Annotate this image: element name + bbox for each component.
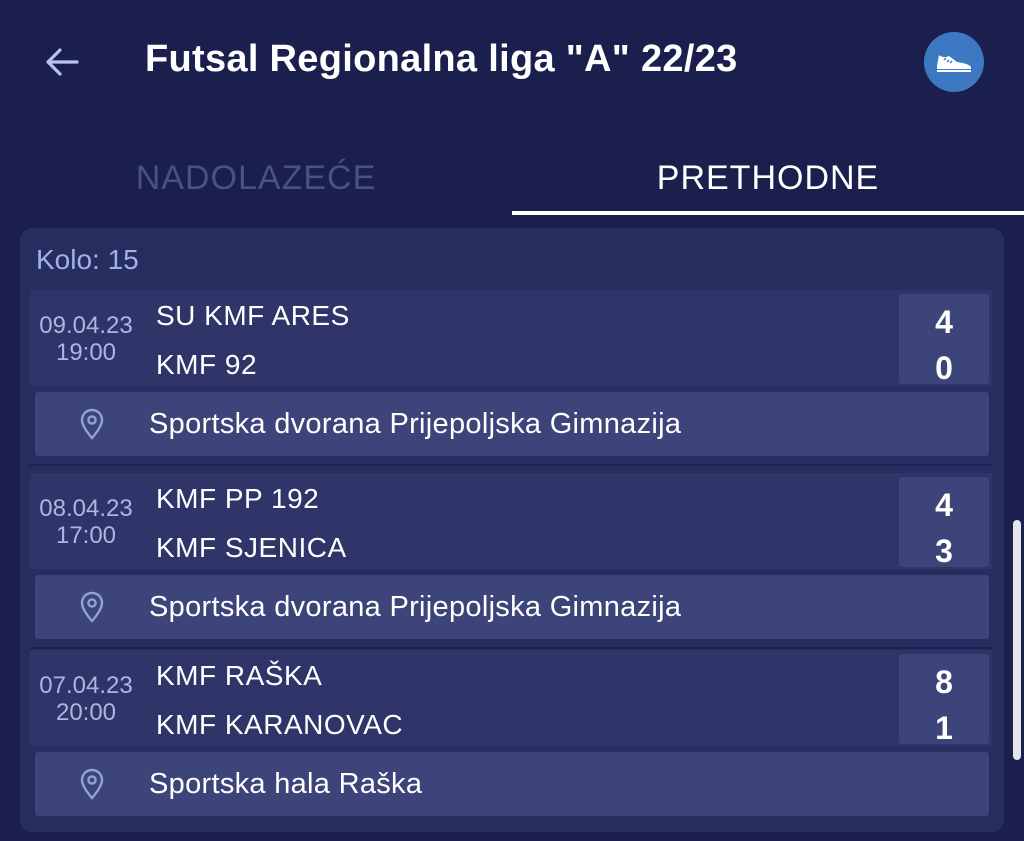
match-time: 19:00 — [55, 339, 117, 366]
match-divider — [30, 647, 992, 649]
match-date: 09.04.23 — [39, 312, 133, 339]
home-team: KMF RAŠKA — [156, 660, 323, 691]
venue-name: Sportska dvorana Prijepoljska Gimnazija — [149, 408, 682, 440]
away-team: KMF KARANOVAC — [156, 709, 404, 740]
match-header: 07.04.23 20:00 KMF RAŠKA KMF KARANOVAC 8… — [30, 650, 992, 746]
match-time: 20:00 — [55, 699, 117, 726]
home-team: SU KMF ARES — [156, 300, 350, 331]
venue-name: Sportska hala Raška — [149, 768, 423, 800]
match-header: 09.04.23 19:00 SU KMF ARES KMF 92 4 0 — [30, 290, 992, 386]
match-date: 08.04.23 — [39, 495, 133, 522]
away-score: 0 — [935, 350, 953, 386]
venue-row: Sportska dvorana Prijepoljska Gimnazija — [35, 575, 989, 639]
scrollbar[interactable] — [1013, 520, 1021, 760]
back-button[interactable] — [40, 40, 84, 84]
score-box: 8 1 — [899, 654, 989, 746]
score-box: 4 3 — [899, 477, 989, 569]
home-team: KMF PP 192 — [156, 483, 320, 514]
away-score: 3 — [935, 533, 953, 569]
away-score: 1 — [935, 710, 953, 746]
location-pin-icon — [80, 768, 104, 800]
home-score: 4 — [935, 304, 953, 340]
home-score: 4 — [935, 487, 953, 523]
round-card: Kolo: 15 09.04.23 19:00 SU KMF ARES KMF … — [20, 228, 1004, 832]
match-date: 07.04.23 — [39, 672, 133, 699]
home-score: 8 — [935, 664, 953, 700]
score-box: 4 0 — [899, 294, 989, 386]
app-header: Futsal Regionalna liga "A" 22/23 — [0, 0, 1024, 130]
sneaker-icon — [937, 55, 971, 72]
venue-name: Sportska dvorana Prijepoljska Gimnazija — [149, 591, 682, 623]
tab-upcoming[interactable]: NADOLAZEĆE — [0, 140, 512, 216]
venue-row: Sportska hala Raška — [35, 752, 989, 816]
location-pin-icon — [80, 408, 104, 440]
round-label: Kolo: 15 — [36, 244, 139, 275]
tab-previous[interactable]: PRETHODNE — [512, 140, 1024, 216]
match-datetime: 07.04.23 20:00 — [30, 672, 142, 726]
away-team: KMF 92 — [156, 349, 258, 380]
match-datetime: 08.04.23 17:00 — [30, 495, 142, 549]
tab-bar: NADOLAZEĆE PRETHODNE — [0, 140, 1024, 216]
match-divider — [30, 464, 992, 466]
arrow-left-icon — [46, 48, 79, 76]
avatar-button[interactable] — [924, 32, 984, 92]
match-header: 08.04.23 17:00 KMF PP 192 KMF SJENICA 4 … — [30, 473, 992, 569]
match-time: 17:00 — [55, 522, 117, 549]
match-datetime: 09.04.23 19:00 — [30, 312, 142, 366]
away-team: KMF SJENICA — [156, 532, 347, 563]
venue-row: Sportska dvorana Prijepoljska Gimnazija — [35, 392, 989, 456]
location-pin-icon — [80, 591, 104, 623]
active-tab-indicator — [512, 211, 1024, 215]
page-title: Futsal Regionalna liga "A" 22/23 — [145, 38, 738, 80]
